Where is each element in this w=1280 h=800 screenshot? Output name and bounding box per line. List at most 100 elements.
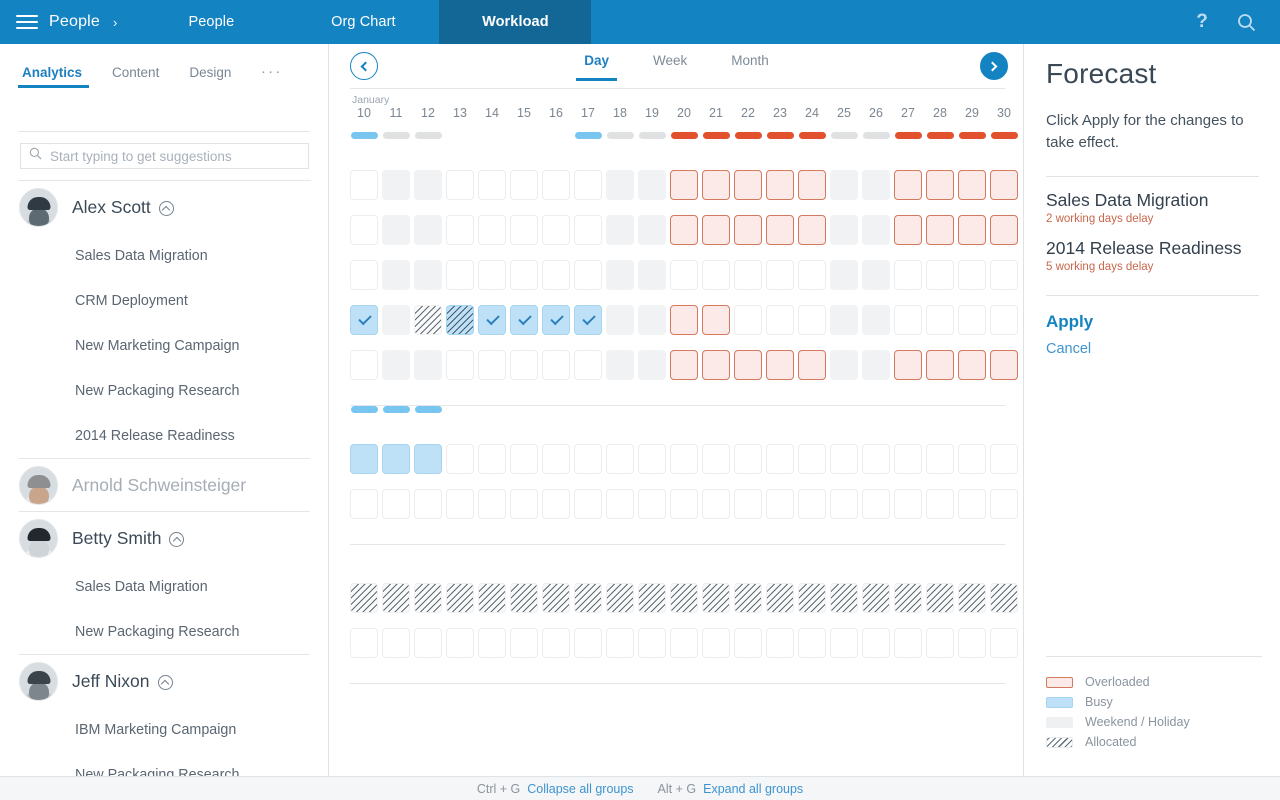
- workload-cell[interactable]: [574, 583, 602, 613]
- workload-cell[interactable]: [606, 215, 634, 245]
- workload-cell[interactable]: [830, 628, 858, 658]
- workload-cell[interactable]: [606, 260, 634, 290]
- workload-cell[interactable]: [766, 628, 794, 658]
- workload-cell[interactable]: [414, 260, 442, 290]
- workload-cell[interactable]: [350, 305, 378, 335]
- person-row-jeff-nixon[interactable]: Jeff Nixon: [0, 655, 328, 707]
- workload-cell[interactable]: [798, 628, 826, 658]
- workload-cell[interactable]: [478, 583, 506, 613]
- workload-cell[interactable]: [990, 350, 1018, 380]
- chevron-right-circle-icon[interactable]: [980, 52, 1008, 80]
- workload-cell[interactable]: [670, 215, 698, 245]
- workload-cell[interactable]: [510, 305, 538, 335]
- workload-cell[interactable]: [478, 444, 506, 474]
- workload-cell[interactable]: [542, 170, 570, 200]
- workload-cell[interactable]: [670, 305, 698, 335]
- workload-cell[interactable]: [670, 628, 698, 658]
- workload-cell[interactable]: [574, 215, 602, 245]
- workload-cell[interactable]: [734, 215, 762, 245]
- workload-cell[interactable]: [958, 215, 986, 245]
- workload-cell[interactable]: [446, 170, 474, 200]
- workload-cell[interactable]: [958, 489, 986, 519]
- collapse-all-groups-link[interactable]: Collapse all groups: [527, 782, 633, 796]
- workload-cell[interactable]: [862, 170, 890, 200]
- workload-cell[interactable]: [414, 215, 442, 245]
- workload-cell[interactable]: [830, 489, 858, 519]
- workload-cell[interactable]: [574, 305, 602, 335]
- workload-cell[interactable]: [446, 583, 474, 613]
- chevron-up-circle-icon[interactable]: [158, 200, 174, 216]
- apply-button[interactable]: Apply: [1046, 312, 1259, 332]
- workload-cell[interactable]: [510, 170, 538, 200]
- workload-cell[interactable]: [990, 628, 1018, 658]
- workload-cell[interactable]: [478, 260, 506, 290]
- workload-cell[interactable]: [414, 583, 442, 613]
- workload-cell[interactable]: [766, 350, 794, 380]
- workload-cell[interactable]: [702, 170, 730, 200]
- workload-cell[interactable]: [414, 170, 442, 200]
- workload-cell[interactable]: [670, 350, 698, 380]
- project-item[interactable]: CRM Deployment: [0, 278, 328, 323]
- nav-tab-org-chart[interactable]: Org Chart: [287, 0, 439, 44]
- workload-cell[interactable]: [926, 215, 954, 245]
- tab-month[interactable]: Month: [709, 54, 791, 81]
- workload-cell[interactable]: [734, 628, 762, 658]
- workload-cell[interactable]: [382, 350, 410, 380]
- tab-analytics[interactable]: Analytics: [18, 65, 97, 89]
- workload-cell[interactable]: [638, 444, 666, 474]
- workload-cell[interactable]: [382, 583, 410, 613]
- nav-tab-workload[interactable]: Workload: [439, 0, 592, 44]
- workload-cell[interactable]: [446, 215, 474, 245]
- workload-cell[interactable]: [638, 215, 666, 245]
- workload-cell[interactable]: [894, 170, 922, 200]
- workload-cell[interactable]: [574, 444, 602, 474]
- person-row-betty-smith[interactable]: Betty Smith: [0, 512, 328, 564]
- workload-cell[interactable]: [350, 444, 378, 474]
- workload-cell[interactable]: [478, 170, 506, 200]
- workload-cell[interactable]: [798, 350, 826, 380]
- help-icon[interactable]: ?: [1182, 0, 1222, 44]
- workload-cell[interactable]: [446, 350, 474, 380]
- workload-cell[interactable]: [766, 444, 794, 474]
- workload-cell[interactable]: [542, 215, 570, 245]
- workload-cell[interactable]: [542, 305, 570, 335]
- workload-cell[interactable]: [510, 628, 538, 658]
- workload-cell[interactable]: [414, 305, 442, 335]
- workload-cell[interactable]: [862, 215, 890, 245]
- workload-cell[interactable]: [894, 583, 922, 613]
- workload-cell[interactable]: [990, 444, 1018, 474]
- workload-cell[interactable]: [382, 628, 410, 658]
- workload-cell[interactable]: [350, 350, 378, 380]
- workload-cell[interactable]: [734, 489, 762, 519]
- workload-cell[interactable]: [510, 350, 538, 380]
- search-input[interactable]: [50, 148, 290, 164]
- workload-cell[interactable]: [894, 350, 922, 380]
- workload-cell[interactable]: [990, 170, 1018, 200]
- workload-cell[interactable]: [574, 260, 602, 290]
- workload-cell[interactable]: [798, 170, 826, 200]
- project-item[interactable]: Sales Data Migration: [0, 233, 328, 278]
- workload-cell[interactable]: [830, 350, 858, 380]
- workload-cell[interactable]: [958, 170, 986, 200]
- workload-cell[interactable]: [958, 305, 986, 335]
- person-row-alex-scott[interactable]: Alex Scott: [0, 181, 328, 233]
- workload-cell[interactable]: [414, 350, 442, 380]
- workload-cell[interactable]: [542, 583, 570, 613]
- workload-cell[interactable]: [350, 215, 378, 245]
- workload-cell[interactable]: [446, 444, 474, 474]
- workload-cell[interactable]: [766, 489, 794, 519]
- workload-cell[interactable]: [350, 170, 378, 200]
- workload-cell[interactable]: [542, 444, 570, 474]
- cancel-button[interactable]: Cancel: [1046, 341, 1259, 357]
- workload-cell[interactable]: [638, 170, 666, 200]
- workload-cell[interactable]: [894, 628, 922, 658]
- workload-cell[interactable]: [926, 628, 954, 658]
- workload-cell[interactable]: [638, 305, 666, 335]
- workload-cell[interactable]: [702, 305, 730, 335]
- workload-cell[interactable]: [766, 583, 794, 613]
- person-row-arnold-schweinsteiger[interactable]: Arnold Schweinsteiger: [0, 459, 328, 511]
- workload-cell[interactable]: [478, 215, 506, 245]
- workload-cell[interactable]: [862, 489, 890, 519]
- workload-cell[interactable]: [478, 350, 506, 380]
- workload-cell[interactable]: [990, 305, 1018, 335]
